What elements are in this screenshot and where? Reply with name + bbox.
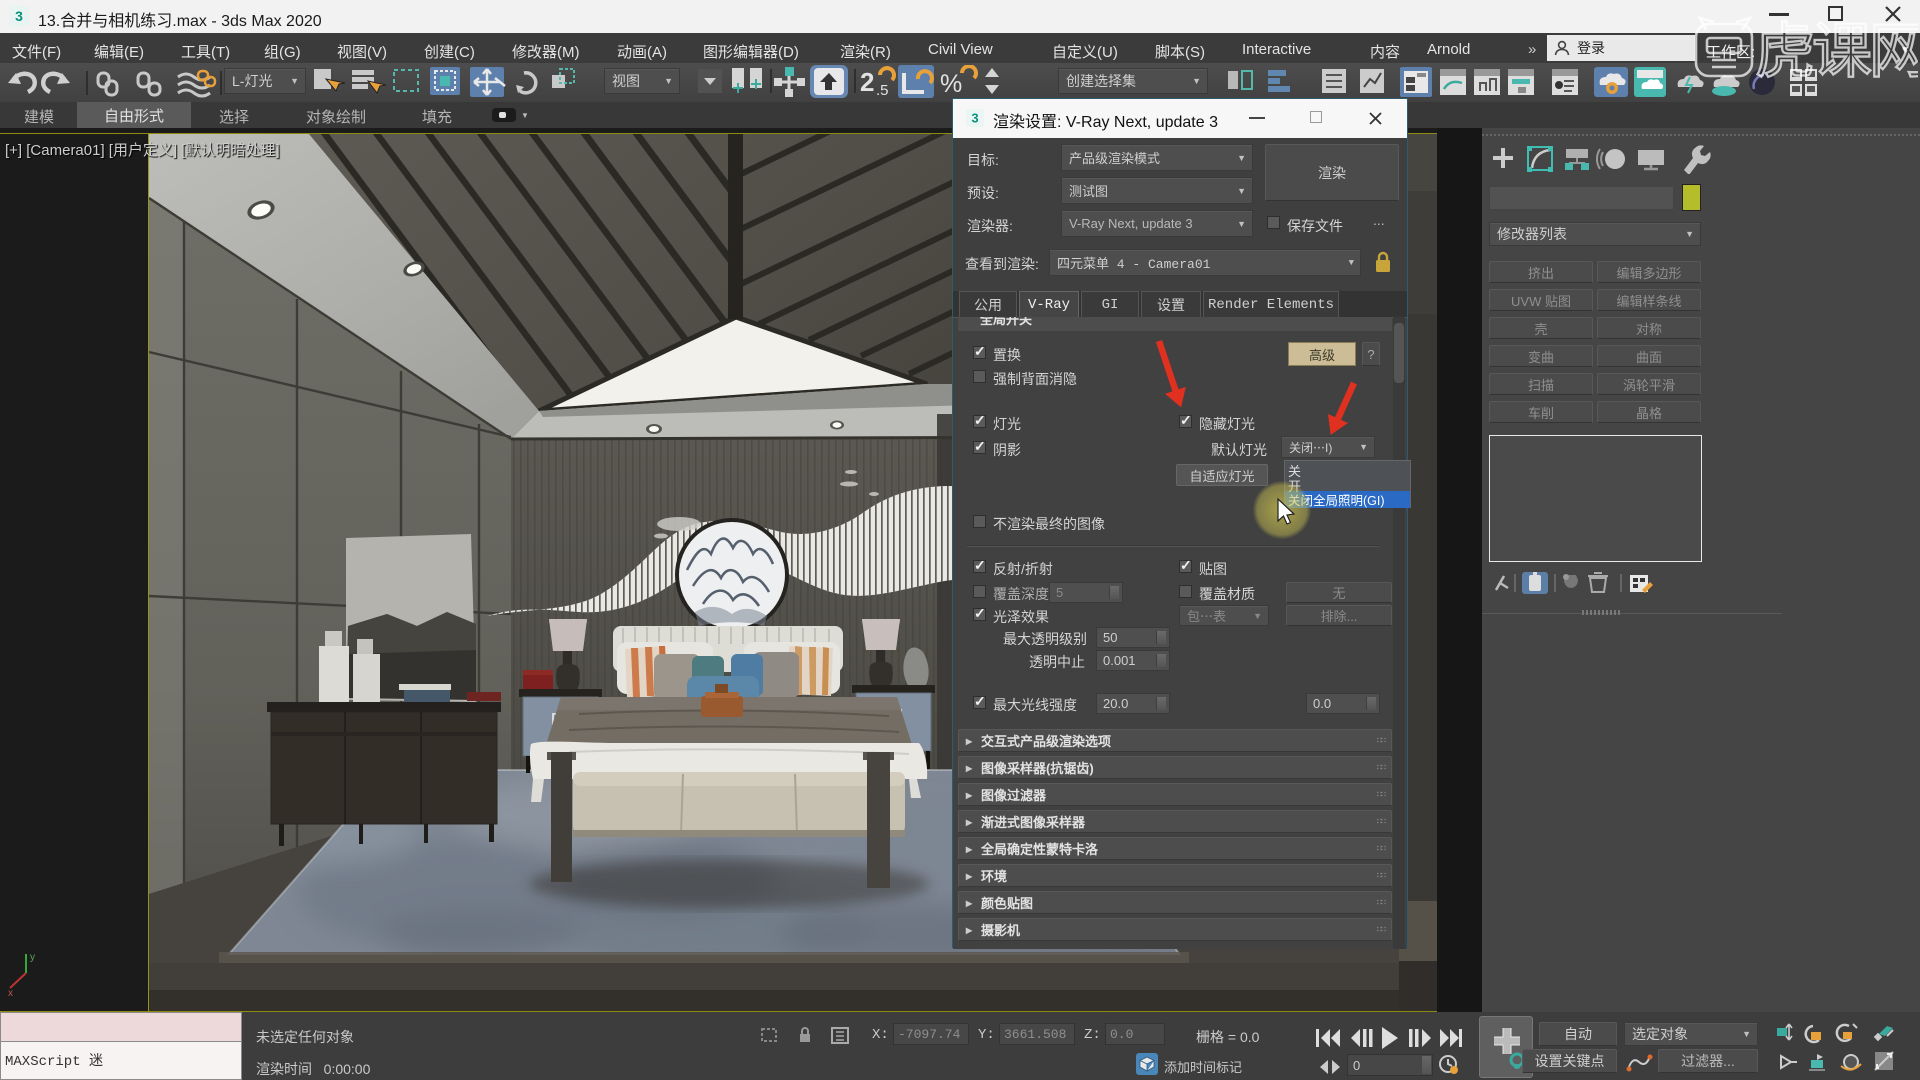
svg-text:3: 3	[15, 8, 23, 24]
svg-text:虎课网: 虎课网	[1755, 18, 1918, 85]
svg-text:.5: .5	[876, 82, 889, 99]
svg-text:3: 3	[971, 111, 978, 126]
svg-text:2: 2	[860, 67, 874, 97]
svg-text:x: x	[8, 988, 13, 996]
svg-text:%: %	[940, 70, 962, 98]
svg-text:y: y	[30, 952, 35, 963]
